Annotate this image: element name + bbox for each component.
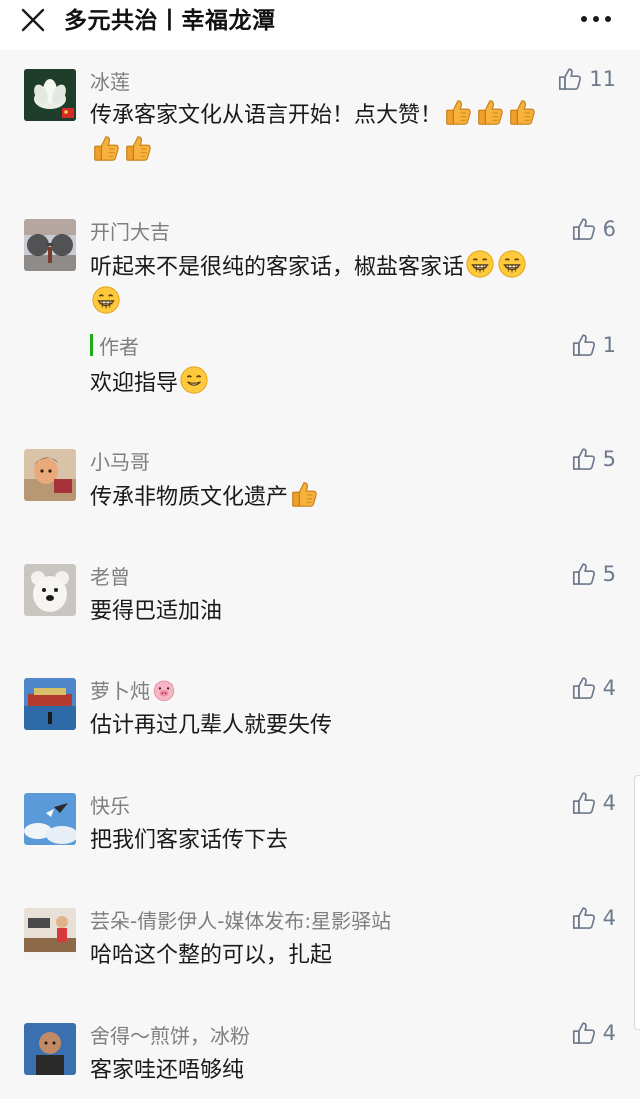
comment-item: 开门大吉 听起来不是很纯的客家话，椒盐客家话 6 作者 欢迎指导 1 [0,214,640,404]
comment-text-content: 要得巴适加油 [90,599,223,624]
author-reply-text: 欢迎指导 [90,365,610,401]
like-button[interactable]: 6 [571,216,616,242]
grinning-face-icon [91,285,121,315]
like-count: 5 [602,447,616,471]
comment-item: 冰莲 传承客家文化从语言开始！点大赞！ 11 [0,64,640,174]
like-icon [571,216,597,242]
like-icon [571,1020,597,1046]
comment-item: 萝卜炖 估计再过几辈人就要失传 4 [0,673,640,753]
grinning-face-icon [465,249,495,279]
thumbs-up-icon [443,97,473,127]
like-count: 4 [602,1021,616,1045]
comment-nickname[interactable]: 舍得～煎饼，冰粉 [90,1020,250,1049]
avatar[interactable] [24,1023,76,1075]
comment-text-content: 哈哈这个整的可以，扎起 [90,943,333,968]
like-button[interactable]: 4 [571,905,616,931]
photo-avatar-image [24,219,76,271]
like-button[interactable]: 4 [571,1020,616,1046]
comment-text-content: 传承客家文化从语言开始！点大赞！ [90,103,443,128]
comment-item: 快乐 把我们客家话传下去 4 [0,788,640,868]
avatar[interactable] [24,564,76,616]
avatar[interactable] [24,69,76,121]
thumbs-up-icon [91,133,121,163]
comment-text-content: 听起来不是很纯的客家话，椒盐客家话 [90,255,465,280]
close-button[interactable] [16,3,50,37]
avatar[interactable] [24,678,76,730]
like-count: 5 [602,562,616,586]
cartoon-avatar-image [24,449,76,501]
avatar[interactable] [24,219,76,271]
comment-item: 小马哥 传承非物质文化遗产 5 [0,444,640,524]
like-button[interactable]: 11 [557,66,616,92]
like-count: 4 [602,676,616,700]
top-bar: 多元共治丨幸福龙潭 [0,0,640,50]
thumbs-up-icon [289,479,319,509]
like-button[interactable]: 4 [571,675,616,701]
thumbs-up-icon [475,97,505,127]
comment-nickname[interactable]: 开门大吉 [90,216,170,245]
like-count: 1 [602,333,616,357]
like-count: 4 [602,791,616,815]
comment-text: 客家哇还唔够纯 [90,1053,610,1088]
like-count: 6 [602,217,616,241]
like-icon [557,66,583,92]
man-avatar-image [24,1023,76,1075]
comment-item: 老曾 要得巴适加油 5 [0,559,640,639]
more-button[interactable] [576,4,616,34]
like-icon [571,675,597,701]
thumbs-up-icon [123,133,153,163]
comment-text: 要得巴适加油 [90,594,610,629]
author-label: 作者 [99,335,139,359]
comment-text: 估计再过几辈人就要失传 [90,708,610,743]
comment-text: 传承非物质文化遗产 [90,479,610,515]
lotus-avatar-image [24,69,76,121]
like-button[interactable]: 5 [571,446,616,472]
avatar[interactable] [24,793,76,845]
reply-like-button[interactable]: 1 [571,332,616,358]
comment-text: 把我们客家话传下去 [90,823,610,858]
like-button[interactable]: 5 [571,561,616,587]
comment-nickname[interactable]: 小马哥 [90,446,150,475]
nickname-text: 萝卜炖 [90,679,150,703]
sky-avatar-image [24,793,76,845]
landscape-avatar-image [24,678,76,730]
thumbs-up-icon [507,97,537,127]
grinning-face-icon [497,249,527,279]
comment-nickname[interactable]: 芸朵-倩影伊人-媒体发布:星影驿站 [90,905,391,934]
like-button[interactable]: 4 [571,790,616,816]
comment-item: 芸朵-倩影伊人-媒体发布:星影驿站 哈哈这个整的可以，扎起 4 [0,903,640,983]
comment-text: 听起来不是很纯的客家话，椒盐客家话 [90,249,610,321]
comment-nickname[interactable]: 冰莲 [90,66,130,95]
smiling-face-icon [179,365,209,395]
comment-text: 哈哈这个整的可以，扎起 [90,938,610,973]
reply-text-content: 欢迎指导 [90,371,179,396]
comment-text-content: 客家哇还唔够纯 [90,1058,245,1083]
comment-nickname[interactable]: 老曾 [90,561,130,590]
comment-nickname[interactable]: 快乐 [90,790,130,819]
page-title: 多元共治丨幸福龙潭 [64,8,276,34]
avatar[interactable] [24,908,76,960]
like-icon [571,332,597,358]
author-reply-marker [90,334,93,356]
like-icon [571,790,597,816]
portrait-avatar-image [24,908,76,960]
pig-face-icon [151,677,177,703]
avatar[interactable] [24,449,76,501]
like-count: 4 [602,906,616,930]
like-count: 11 [589,67,616,91]
comment-text: 传承客家文化从语言开始！点大赞！ [90,97,610,169]
bear-avatar-image [24,564,76,616]
close-icon [21,8,45,32]
comment-item: 舍得～煎饼，冰粉 客家哇还唔够纯 4 [0,1018,640,1098]
more-horizontal-icon [581,16,611,22]
comment-text-content: 传承非物质文化遗产 [90,485,289,510]
like-icon [571,905,597,931]
like-icon [571,446,597,472]
comment-text-content: 把我们客家话传下去 [90,828,289,853]
comment-nickname[interactable]: 萝卜炖 [90,675,178,704]
like-icon [571,561,597,587]
comment-text-content: 估计再过几辈人就要失传 [90,713,333,738]
